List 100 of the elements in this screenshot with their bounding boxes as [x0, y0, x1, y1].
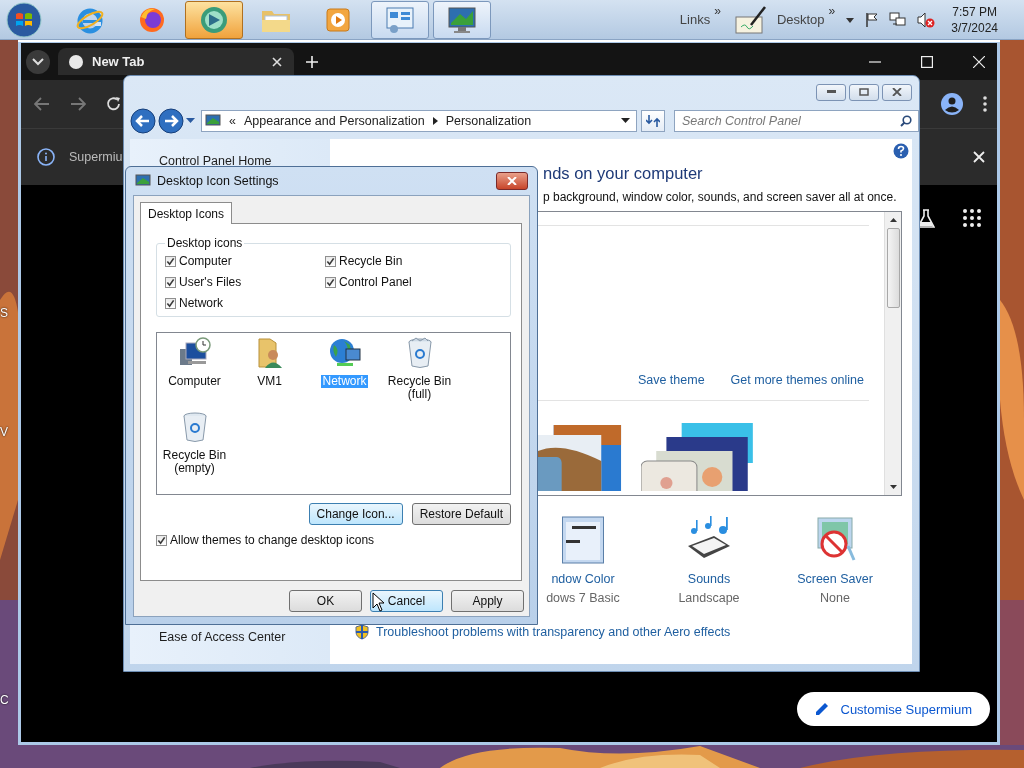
setting-link[interactable]: Sounds	[687, 572, 731, 586]
pen-paper-icon[interactable]	[734, 4, 767, 35]
push-button[interactable]: Apply	[451, 590, 524, 612]
customise-button[interactable]: Customise Supermium	[796, 692, 990, 726]
checkmark-icon	[166, 256, 175, 266]
globe-icon	[68, 53, 84, 70]
flask-icon[interactable]	[917, 209, 935, 229]
icon-label: Recycle Bin (empty)	[161, 449, 228, 475]
network-icon[interactable]	[889, 11, 908, 28]
menu-icon[interactable]	[983, 96, 987, 112]
setting-value: None	[820, 591, 850, 605]
toolbar-more-chevron[interactable]: »	[828, 3, 836, 18]
minimize-button[interactable]	[816, 83, 846, 101]
toolbar-label[interactable]: Links	[679, 12, 711, 27]
setting-value: Landscape	[678, 591, 740, 605]
checkbox[interactable]: Recycle Bin	[325, 254, 502, 268]
icon-label: Recycle Bin (full)	[386, 375, 453, 401]
monitor-icon	[205, 114, 221, 128]
apps-grid-icon[interactable]	[963, 209, 981, 227]
theme-link[interactable]: Get more themes online	[730, 373, 864, 387]
close-icon[interactable]	[973, 55, 985, 68]
page-description: p background, window color, sounds, and screen saver all at once.	[543, 189, 898, 205]
back-button-icon[interactable]	[130, 108, 156, 134]
push-button[interactable]: Change Icon...	[308, 503, 403, 525]
icon-label: VM1	[256, 375, 283, 388]
address-bar[interactable]: « Appearance and Personalization Personalization	[201, 110, 637, 132]
info-text: Supermiu	[69, 150, 123, 164]
forward-button-icon[interactable]	[158, 108, 184, 134]
minimize-icon	[826, 90, 836, 94]
checkbox[interactable]: Control Panel	[325, 275, 502, 289]
toolbar-label[interactable]: Desktop	[776, 12, 825, 27]
checkmark-icon	[326, 277, 335, 287]
theme-link[interactable]: Save theme	[637, 373, 705, 387]
tab-search-button[interactable]	[26, 49, 50, 74]
chevron-down-icon	[32, 57, 44, 66]
scroll-up-icon[interactable]	[889, 218, 897, 222]
breadcrumb-item[interactable]: Appearance and Personalization	[243, 114, 425, 128]
forward-icon[interactable]	[70, 97, 86, 111]
list-icon-item[interactable]: VM1	[232, 337, 307, 411]
back-icon[interactable]	[34, 97, 50, 111]
scrollbar[interactable]	[884, 212, 901, 495]
search-field[interactable]: Search Control Panel	[674, 110, 919, 132]
push-button[interactable]: Restore Default	[411, 503, 511, 525]
maximize-icon[interactable]	[921, 55, 933, 68]
mouse-pointer-icon	[372, 592, 386, 612]
toolbar-more-chevron[interactable]: »	[714, 3, 721, 18]
close-button[interactable]	[882, 83, 912, 101]
help-icon[interactable]	[893, 143, 909, 159]
group-title: Desktop icons	[166, 236, 244, 250]
checkbox[interactable]: Computer	[165, 254, 325, 268]
setting-link[interactable]: Screen Saver	[797, 572, 873, 586]
new-tab-icon[interactable]	[306, 55, 318, 68]
separator-arrow-icon[interactable]	[432, 117, 438, 125]
troubleshoot-link[interactable]: Troubleshoot problems with transparency and other Aero effects	[376, 625, 731, 639]
globe-network-icon	[327, 337, 362, 369]
taskbar-app-button[interactable]	[185, 0, 243, 39]
sidebar-link[interactable]: Ease of Access Center	[159, 630, 330, 644]
list-icon-item[interactable]: Recycle Bin (full)	[382, 337, 457, 411]
caret-icon[interactable]	[845, 15, 856, 24]
close-icon	[507, 177, 517, 185]
icon-label: Network	[321, 375, 368, 388]
taskbar-app-button[interactable]	[371, 0, 429, 39]
scroll-down-icon[interactable]	[889, 485, 897, 489]
icon-label: Computer	[167, 375, 222, 388]
push-button[interactable]: Cancel	[370, 590, 443, 612]
dialog-title: Desktop Icon Settings	[157, 174, 279, 188]
play-icon	[324, 5, 352, 34]
caret-icon[interactable]	[621, 118, 630, 124]
maximize-button[interactable]	[849, 83, 879, 101]
flag-icon[interactable]	[865, 11, 880, 28]
list-icon-item[interactable]: Computer	[157, 337, 232, 411]
tab[interactable]: Desktop Icons	[140, 202, 233, 224]
close-icon[interactable]	[973, 151, 985, 163]
checkmark-icon	[166, 277, 175, 287]
panel-window-icon	[384, 4, 416, 35]
setting-value: dows 7 Basic	[546, 591, 620, 605]
clock-date[interactable]: 3/7/2024	[951, 19, 998, 36]
refresh-arrows-icon	[646, 114, 660, 128]
taskbar-app-button[interactable]	[433, 0, 491, 39]
user-folder-icon	[255, 337, 284, 369]
breadcrumb-item[interactable]: Personalization	[445, 114, 532, 128]
reload-icon[interactable]	[106, 96, 122, 112]
checkbox[interactable]: Network	[165, 296, 325, 310]
browser-tab[interactable]: New Tab	[58, 48, 294, 75]
scroll-thumb[interactable]	[886, 228, 900, 308]
profile-icon[interactable]	[941, 93, 963, 115]
close-icon[interactable]	[272, 56, 282, 67]
close-button[interactable]	[496, 172, 528, 190]
clock-time[interactable]: 7:57 PM	[952, 3, 997, 20]
refresh-button[interactable]	[641, 110, 665, 132]
setting-link[interactable]: ndow Color	[551, 572, 615, 586]
sidebar-link[interactable]: Control Panel Home	[159, 154, 330, 168]
checkbox[interactable]: Allow themes to change desktop icons	[156, 533, 511, 547]
speaker-icon[interactable]	[917, 11, 936, 28]
restore-icon	[859, 88, 869, 96]
checkbox[interactable]: User's Files	[165, 275, 325, 289]
windows-logo-icon	[6, 1, 42, 38]
overflow-chevron[interactable]: «	[229, 114, 236, 128]
push-button[interactable]: OK	[289, 590, 362, 612]
list-icon-item[interactable]: Recycle Bin (empty)	[157, 411, 232, 485]
